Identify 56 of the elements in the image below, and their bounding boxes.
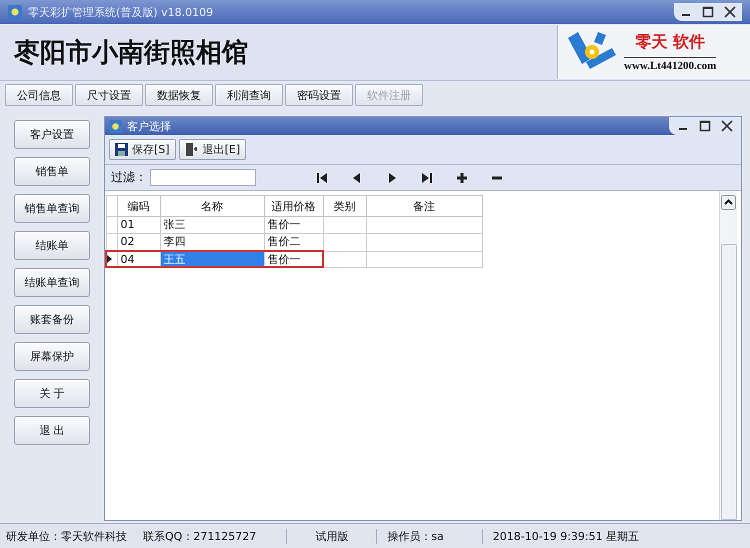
- table-cell: 01: [120, 218, 134, 231]
- table-cell: 04: [120, 252, 134, 266]
- save-button[interactable]: 保存[S]: [109, 139, 176, 160]
- scroll-up-icon[interactable]: [721, 195, 736, 210]
- menu-tab[interactable]: 尺寸设置: [75, 84, 143, 106]
- status-text: 试用版: [287, 528, 378, 544]
- filter-label: 过滤：: [111, 169, 147, 186]
- table-cell: 售价一: [268, 218, 300, 231]
- sidebar-button[interactable]: 客户设置: [14, 120, 90, 149]
- sidebar-button[interactable]: 屏幕保护: [14, 342, 90, 371]
- window-title: 零天彩扩管理系统(普及版) v18.0109: [28, 4, 214, 20]
- sidebar-button[interactable]: 账套备份: [14, 305, 90, 334]
- table-cell: 02: [120, 235, 134, 248]
- column-header[interactable]: 编码: [117, 196, 160, 216]
- filter-field[interactable]: [150, 169, 256, 186]
- menu-tab[interactable]: 数据恢复: [145, 84, 213, 106]
- last-record-icon[interactable]: [420, 170, 434, 184]
- logo-brand: 零天 软件: [635, 32, 705, 53]
- exit-button[interactable]: 退出[E]: [178, 139, 246, 160]
- status-text: 研发单位：零天软件科技: [5, 528, 128, 544]
- door-exit-icon: [184, 143, 199, 156]
- sidebar-button[interactable]: 销售单: [14, 157, 90, 186]
- table-cell: 售价二: [268, 235, 300, 248]
- table-cell: 售价一: [268, 252, 300, 266]
- app-icon: [8, 5, 22, 19]
- maximize-icon[interactable]: [699, 120, 711, 132]
- status-text: 2018-10-19 9:39:51 星期五: [492, 528, 640, 544]
- app-icon: [109, 120, 122, 132]
- floppy-icon: [115, 143, 128, 156]
- sidebar-button[interactable]: 结账单: [14, 231, 90, 260]
- dialog-title: 客户选择: [127, 118, 171, 134]
- row-pointer-icon: [107, 254, 112, 262]
- scrollbar[interactable]: [719, 191, 737, 520]
- status-text: 操作员：sa: [377, 528, 483, 544]
- sidebar-button[interactable]: 结账单查询: [14, 268, 90, 297]
- column-header[interactable]: 名称: [160, 196, 264, 216]
- close-icon[interactable]: [721, 120, 733, 132]
- status-text: 联系QQ：271125727: [137, 528, 288, 544]
- table-cell: 李四: [164, 235, 186, 248]
- column-header[interactable]: 适用价格: [264, 196, 323, 216]
- menu-tab[interactable]: 密码设置: [285, 84, 353, 106]
- shop-name: 枣阳市小南街照相馆: [12, 36, 249, 70]
- menu-tab[interactable]: 公司信息: [5, 84, 73, 106]
- close-icon[interactable]: [724, 6, 736, 18]
- logo-url: www.Lt441200.com: [624, 57, 716, 72]
- maximize-icon[interactable]: [702, 6, 714, 18]
- first-record-icon[interactable]: [315, 170, 329, 184]
- sidebar-button[interactable]: 退 出: [14, 416, 90, 445]
- sidebar-button[interactable]: 销售单查询: [14, 194, 90, 223]
- table-cell: 张三: [164, 218, 186, 231]
- menu-tab[interactable]: 利润查询: [215, 84, 283, 106]
- column-header[interactable]: 类别: [323, 196, 366, 216]
- table-cell: 王五: [164, 252, 186, 266]
- add-record-icon[interactable]: [455, 170, 469, 184]
- sidebar-button[interactable]: 关 于: [14, 379, 90, 408]
- column-header[interactable]: 备注: [366, 196, 482, 216]
